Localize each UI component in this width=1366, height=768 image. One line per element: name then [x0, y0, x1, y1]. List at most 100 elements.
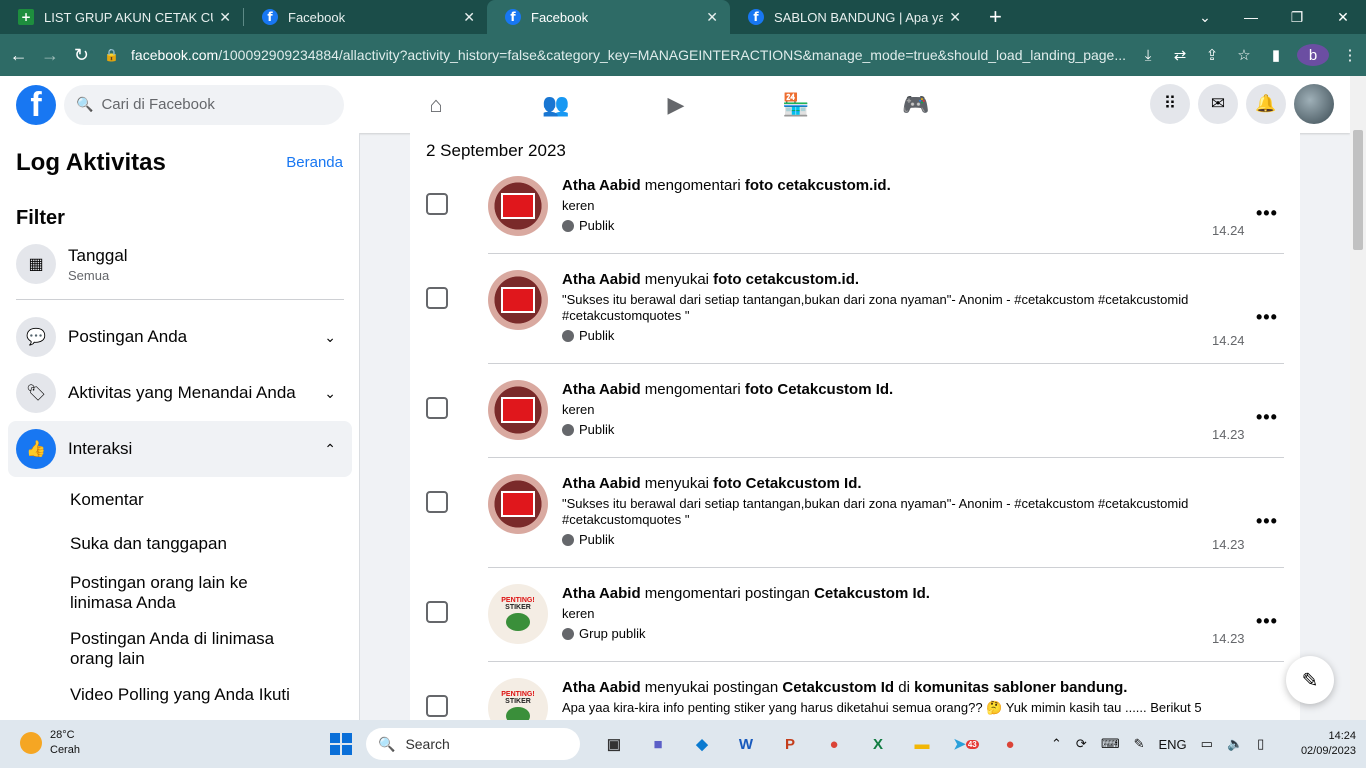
chrome-icon[interactable]: ●: [812, 728, 856, 760]
notifications-bell-icon[interactable]: 🔔: [1246, 84, 1286, 124]
post-thumbnail[interactable]: [488, 380, 548, 440]
post-thumbnail[interactable]: [488, 270, 548, 330]
battery-icon[interactable]: ▯: [1257, 736, 1264, 752]
post-thumbnail[interactable]: [488, 474, 548, 534]
object-type[interactable]: foto: [745, 381, 773, 398]
file-explorer-icon[interactable]: ▬: [900, 728, 944, 760]
date-filter[interactable]: ▦ Tanggal Semua: [8, 236, 352, 292]
more-options-icon[interactable]: •••: [1256, 511, 1278, 532]
browser-tab-3[interactable]: f Facebook ✕: [487, 0, 730, 34]
close-icon[interactable]: ✕: [949, 9, 961, 26]
facebook-logo-icon[interactable]: f: [16, 84, 56, 125]
target-name[interactable]: Cetakcustom Id.: [746, 475, 862, 492]
new-tab-icon[interactable]: +: [989, 4, 1002, 30]
sync-icon[interactable]: ⟳: [1076, 736, 1087, 752]
scrollbar-thumb[interactable]: [1353, 130, 1363, 250]
sidebar-subitem-others-posts[interactable]: Postingan orang lain ke linimasa Anda: [70, 573, 310, 613]
language-indicator[interactable]: ENG: [1158, 737, 1186, 752]
sidebar-item-tagged-activity[interactable]: 🏷 Aktivitas yang Menandai Anda ⌄: [8, 365, 352, 421]
keyboard-icon[interactable]: ⌨: [1101, 736, 1120, 752]
marketplace-icon[interactable]: 🏪: [736, 76, 856, 133]
post-thumbnail[interactable]: PENTING! STIKER: [488, 678, 548, 720]
excel-icon[interactable]: X: [856, 728, 900, 760]
vscode-icon[interactable]: ◆: [680, 728, 724, 760]
word-icon[interactable]: W: [724, 728, 768, 760]
compose-icon[interactable]: ✎: [1286, 656, 1334, 704]
clock[interactable]: 14:24 02/09/2023: [1301, 729, 1356, 759]
chevron-up-icon[interactable]: ⌃: [1051, 736, 1062, 752]
menu-dots-icon[interactable]: ⋮: [1334, 46, 1366, 64]
reload-icon[interactable]: ↻: [69, 45, 94, 66]
sidebar-subitem-likes[interactable]: Suka dan tanggapan: [70, 534, 310, 554]
object-type[interactable]: foto: [713, 475, 741, 492]
object-type[interactable]: foto: [713, 271, 741, 288]
volume-icon[interactable]: 🔈: [1227, 736, 1243, 752]
chevron-down-icon[interactable]: ⌄: [1182, 9, 1228, 26]
select-checkbox[interactable]: [426, 491, 448, 513]
page-scrollbar[interactable]: [1350, 76, 1366, 720]
post-thumbnail[interactable]: PENTING! STIKER: [488, 584, 548, 644]
actor-name[interactable]: Atha Aabid: [562, 679, 641, 696]
select-checkbox[interactable]: [426, 193, 448, 215]
translate-icon[interactable]: ⇄: [1164, 46, 1196, 64]
sidebar-subitem-video-polls[interactable]: Video Polling yang Anda Ikuti: [70, 685, 310, 705]
browser-tab-4[interactable]: f SABLON BANDUNG | Apa yaa kira ✕: [730, 0, 973, 34]
target-name[interactable]: cetakcustom.id.: [777, 177, 890, 194]
download-icon[interactable]: ⤓: [1132, 47, 1164, 64]
powerpoint-icon[interactable]: P: [768, 728, 812, 760]
browser-tab-2[interactable]: f Facebook ✕: [244, 0, 487, 34]
task-view-icon[interactable]: ▣: [592, 728, 636, 760]
close-icon[interactable]: ✕: [463, 9, 475, 26]
maximize-icon[interactable]: ❐: [1274, 9, 1320, 26]
more-options-icon[interactable]: •••: [1256, 307, 1278, 328]
share-icon[interactable]: ⇪: [1196, 46, 1228, 64]
more-options-icon[interactable]: •••: [1256, 203, 1278, 224]
close-icon[interactable]: ✕: [706, 9, 718, 26]
target-name[interactable]: Cetakcustom Id: [782, 679, 894, 696]
group-name[interactable]: komunitas sabloner bandung.: [914, 679, 1127, 696]
select-checkbox[interactable]: [426, 287, 448, 309]
close-icon[interactable]: ✕: [219, 9, 231, 26]
pen-icon[interactable]: ✎: [1134, 736, 1145, 752]
target-name[interactable]: Cetakcustom Id.: [777, 381, 893, 398]
post-thumbnail[interactable]: [488, 176, 548, 236]
browser-tab-1[interactable]: + LIST GRUP AKUN CETAK CUSTOM ✕: [0, 0, 243, 34]
more-options-icon[interactable]: •••: [1256, 407, 1278, 428]
side-panel-icon[interactable]: ▮: [1260, 46, 1292, 64]
sidebar-item-your-posts[interactable]: 💬 Postingan Anda ⌄: [8, 309, 352, 365]
target-name[interactable]: cetakcustom.id.: [746, 271, 859, 288]
actor-name[interactable]: Atha Aabid: [562, 585, 641, 602]
sidebar-subitem-comments[interactable]: Komentar: [70, 490, 310, 510]
home-icon[interactable]: ⌂: [376, 76, 496, 133]
weather-widget[interactable]: 28°C Cerah: [20, 728, 80, 758]
windows-start-icon[interactable]: [330, 733, 352, 755]
back-icon[interactable]: ←: [6, 45, 31, 66]
close-window-icon[interactable]: ✕: [1320, 9, 1366, 26]
messenger-icon[interactable]: ✉: [1198, 84, 1238, 124]
minimize-icon[interactable]: —: [1228, 9, 1274, 25]
gaming-icon[interactable]: 🎮: [856, 76, 976, 133]
more-options-icon[interactable]: •••: [1256, 611, 1278, 632]
account-avatar[interactable]: [1294, 84, 1334, 124]
taskbar-search[interactable]: 🔍 Search: [366, 728, 580, 760]
menu-grid-icon[interactable]: ⠿: [1150, 84, 1190, 124]
sidebar-subitem-your-posts-elsewhere[interactable]: Postingan Anda di linimasa orang lain: [70, 629, 310, 669]
select-checkbox[interactable]: [426, 397, 448, 419]
sidebar-item-interactions[interactable]: 👍 Interaksi ⌃: [8, 421, 352, 477]
telegram-icon[interactable]: ➤ 43: [944, 728, 988, 760]
actor-name[interactable]: Atha Aabid: [562, 381, 641, 398]
select-checkbox[interactable]: [426, 695, 448, 717]
bookmark-star-icon[interactable]: ☆: [1228, 46, 1260, 64]
meet-icon[interactable]: ■: [636, 728, 680, 760]
home-link[interactable]: Beranda: [286, 154, 343, 171]
target-name[interactable]: Cetakcustom Id.: [814, 585, 930, 602]
select-checkbox[interactable]: [426, 601, 448, 623]
object-type[interactable]: foto: [745, 177, 773, 194]
forward-icon[interactable]: →: [37, 45, 62, 66]
search-input[interactable]: 🔍 Cari di Facebook: [64, 84, 344, 125]
chrome-profile-icon[interactable]: ●: [988, 728, 1032, 760]
actor-name[interactable]: Atha Aabid: [562, 475, 641, 492]
profile-avatar[interactable]: b: [1297, 44, 1330, 66]
address-bar[interactable]: 🔒 facebook.com/100092909234884/allactivi…: [104, 39, 1126, 71]
video-icon[interactable]: ▶: [616, 76, 736, 133]
